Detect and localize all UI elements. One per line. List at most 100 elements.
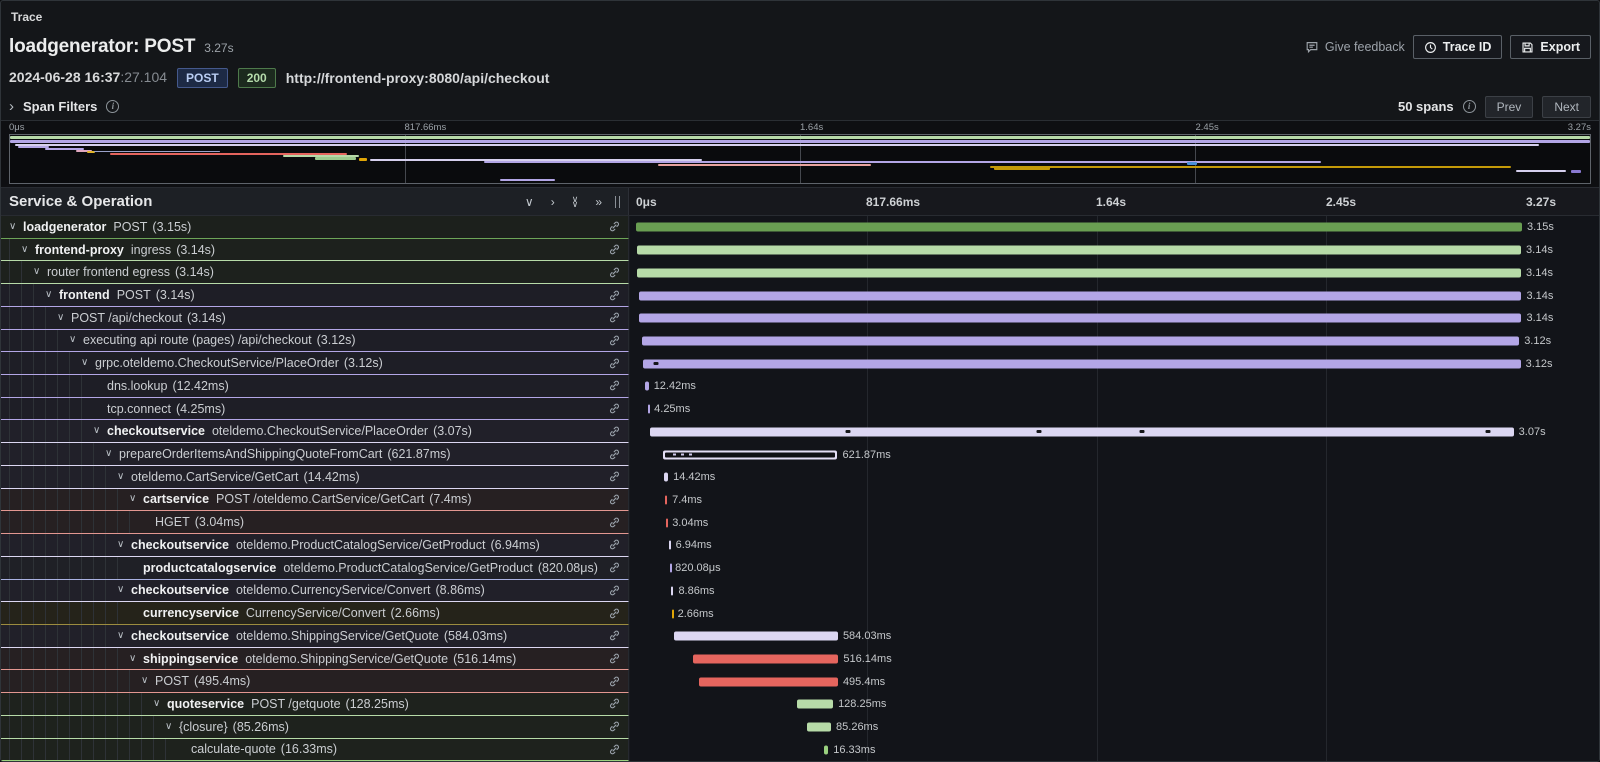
span-bar[interactable] [650,427,1514,436]
span-label-cell[interactable]: ∨ shippingservice oteldemo.ShippingServi… [1,648,629,671]
span-row[interactable]: ∨ dns.lookup (12.42ms) 12.42ms [1,375,1599,398]
span-link-icon[interactable] [608,629,621,642]
span-row[interactable]: ∨ HGET (3.04ms) 3.04ms [1,511,1599,534]
span-row[interactable]: ∨ tcp.connect (4.25ms) 4.25ms [1,398,1599,421]
chevron-down-icon[interactable]: ∨ [117,472,131,482]
span-link-icon[interactable] [608,720,621,733]
span-link-icon[interactable] [608,243,621,256]
span-row[interactable]: ∨ executing api route (pages) /api/check… [1,330,1599,353]
chevron-down-icon[interactable]: ∨ [81,358,95,368]
chevron-down-icon[interactable]: ∨ [129,494,143,504]
span-filters-toggle[interactable]: › Span Filters i [9,99,119,114]
span-label-cell[interactable]: ∨ tcp.connect (4.25ms) [1,398,629,421]
span-bar-cell[interactable]: 14.42ms [629,466,1599,489]
span-rows-viewport[interactable]: ∨ loadgenerator POST (3.15s) 3.15s ∨ fro… [1,216,1599,761]
span-row[interactable]: ∨ checkoutservice oteldemo.CurrencyServi… [1,580,1599,603]
span-link-icon[interactable] [608,357,621,370]
span-row[interactable]: ∨ calculate-quote (16.33ms) 16.33ms [1,739,1599,761]
span-link-icon[interactable] [608,220,621,233]
span-link-icon[interactable] [608,607,621,620]
span-bar-cell[interactable]: 3.07s [629,420,1599,443]
span-bar-cell[interactable]: 8.86ms [629,580,1599,603]
span-link-icon[interactable] [608,675,621,688]
span-row[interactable]: ∨ {closure} (85.26ms) 85.26ms [1,716,1599,739]
span-bar[interactable] [642,336,1520,345]
expand-all-icon[interactable]: » [595,196,602,208]
chevron-down-icon[interactable]: ∨ [57,313,71,323]
span-bar-cell[interactable]: 16.33ms [629,739,1599,761]
span-label-cell[interactable]: ∨ frontend POST (3.14s) [1,284,629,307]
span-row[interactable]: ∨ cartservice POST /oteldemo.CartService… [1,489,1599,512]
span-link-icon[interactable] [608,652,621,665]
span-row[interactable]: ∨ quoteservice POST /getquote (128.25ms)… [1,693,1599,716]
span-label-cell[interactable]: ∨ prepareOrderItemsAndShippingQuoteFromC… [1,443,629,466]
span-label-cell[interactable]: ∨ loadgenerator POST (3.15s) [1,216,629,239]
chevron-down-icon[interactable]: ∨ [9,222,23,232]
span-bar-cell[interactable]: 3.14s [629,284,1599,307]
span-bar[interactable] [637,246,1521,255]
minimap-canvas[interactable] [9,134,1591,184]
span-bar-cell[interactable]: 3.14s [629,239,1599,262]
span-row[interactable]: ∨ productcatalogservice oteldemo.Product… [1,557,1599,580]
span-bar[interactable] [663,450,838,459]
span-bar-cell[interactable]: 128.25ms [629,693,1599,716]
span-bar-cell[interactable]: 3.14s [629,307,1599,330]
span-row[interactable]: ∨ frontend POST (3.14s) 3.14s [1,284,1599,307]
span-label-cell[interactable]: ∨ checkoutservice oteldemo.CurrencyServi… [1,580,629,603]
chevron-down-icon[interactable]: ∨ [153,699,167,709]
span-label-cell[interactable]: ∨ checkoutservice oteldemo.ShippingServi… [1,625,629,648]
span-link-icon[interactable] [608,538,621,551]
chevron-down-icon[interactable]: ∨ [165,722,179,732]
chevron-down-icon[interactable]: ∨ [117,540,131,550]
span-bar-cell[interactable]: 3.15s [629,216,1599,239]
span-label-cell[interactable]: ∨ frontend-proxy ingress (3.14s) [1,239,629,262]
info-icon[interactable]: i [1463,100,1476,113]
span-label-cell[interactable]: ∨ oteldemo.CartService/GetCart (14.42ms) [1,466,629,489]
trace-id-button[interactable]: Trace ID [1413,35,1503,59]
span-label-cell[interactable]: ∨ checkoutservice oteldemo.CheckoutServi… [1,420,629,443]
span-link-icon[interactable] [608,448,621,461]
span-bar[interactable] [699,677,838,686]
chevron-down-icon[interactable]: ∨ [105,449,119,459]
span-bar-cell[interactable]: 4.25ms [629,398,1599,421]
span-label-cell[interactable]: ∨ POST (495.4ms) [1,670,629,693]
span-link-icon[interactable] [608,697,621,710]
span-bar[interactable] [636,223,1522,232]
span-label-cell[interactable]: ∨ currencyservice CurrencyService/Conver… [1,602,629,625]
span-label-cell[interactable]: ∨ router frontend egress (3.14s) [1,261,629,284]
span-label-cell[interactable]: ∨ POST /api/checkout (3.14s) [1,307,629,330]
span-bar-cell[interactable]: 516.14ms [629,648,1599,671]
chevron-down-icon[interactable]: ∨ [69,335,83,345]
span-bar-cell[interactable]: 495.4ms [629,670,1599,693]
span-bar-cell[interactable]: 584.03ms [629,625,1599,648]
span-link-icon[interactable] [608,379,621,392]
span-link-icon[interactable] [608,311,621,324]
span-row[interactable]: ∨ POST /api/checkout (3.14s) 3.14s [1,307,1599,330]
span-link-icon[interactable] [608,402,621,415]
span-row[interactable]: ∨ shippingservice oteldemo.ShippingServi… [1,648,1599,671]
span-bar[interactable] [643,359,1521,368]
span-bar-cell[interactable]: 3.14s [629,261,1599,284]
collapse-one-icon[interactable]: ∨ [525,196,534,208]
span-row[interactable]: ∨ currencyservice CurrencyService/Conver… [1,602,1599,625]
span-bar[interactable] [797,700,833,709]
span-row[interactable]: ∨ grpc.oteldemo.CheckoutService/PlaceOrd… [1,352,1599,375]
trace-minimap[interactable]: 0μs817.66ms1.64s2.45s3.27s [1,121,1599,187]
span-bar[interactable] [807,723,831,732]
span-row[interactable]: ∨ loadgenerator POST (3.15s) 3.15s [1,216,1599,239]
span-link-icon[interactable] [608,743,621,756]
span-label-cell[interactable]: ∨ executing api route (pages) /api/check… [1,330,629,353]
span-row[interactable]: ∨ frontend-proxy ingress (3.14s) 3.14s [1,239,1599,262]
span-row[interactable]: ∨ checkoutservice oteldemo.ProductCatalo… [1,534,1599,557]
span-row[interactable]: ∨ router frontend egress (3.14s) 3.14s [1,261,1599,284]
collapse-all-icon[interactable]: ∨∨ [572,197,579,207]
span-bar[interactable] [639,291,1522,300]
span-row[interactable]: ∨ prepareOrderItemsAndShippingQuoteFromC… [1,443,1599,466]
next-button[interactable]: Next [1542,96,1591,118]
chevron-down-icon[interactable]: ∨ [45,290,59,300]
span-link-icon[interactable] [608,470,621,483]
span-link-icon[interactable] [608,493,621,506]
chevron-down-icon[interactable]: ∨ [33,267,47,277]
span-label-cell[interactable]: ∨ calculate-quote (16.33ms) [1,739,629,761]
span-link-icon[interactable] [608,266,621,279]
